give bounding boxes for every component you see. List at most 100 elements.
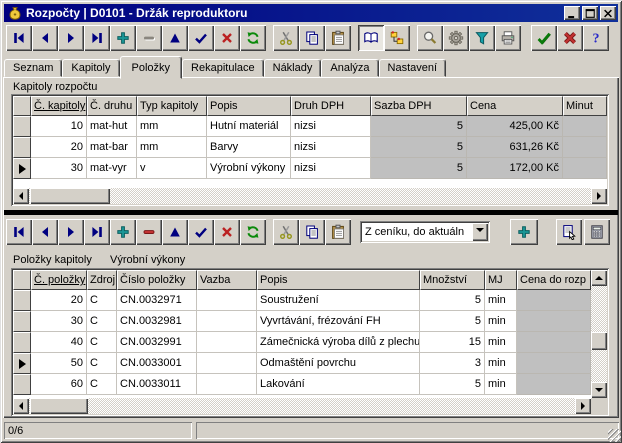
edit-record-button[interactable] <box>162 25 188 51</box>
tab-nastavení[interactable]: Nastavení <box>379 59 447 77</box>
grid-cell[interactable] <box>563 137 607 158</box>
column-header[interactable]: Vazba <box>197 270 257 290</box>
post-edit-button[interactable] <box>188 219 214 245</box>
refresh-button[interactable] <box>240 219 266 245</box>
row-selector[interactable] <box>13 137 31 158</box>
insert-mode-select[interactable]: Z ceníku, do aktuáln <box>360 221 490 243</box>
nav-next-button[interactable] <box>58 219 84 245</box>
tab-analýza[interactable]: Analýza <box>321 59 378 77</box>
grid-cell[interactable] <box>517 374 591 395</box>
scroll-up-button[interactable] <box>591 270 607 286</box>
hscroll-thumb[interactable] <box>30 188 110 204</box>
scroll-down-button[interactable] <box>591 382 607 398</box>
row-selector[interactable] <box>13 158 31 179</box>
grid-cell[interactable]: 631,26 Kč <box>467 137 563 158</box>
confirm-button[interactable] <box>531 25 557 51</box>
table-row[interactable]: 10mat-hutmmHutní materiálnizsi5425,00 Kč <box>13 116 607 137</box>
grid-cell[interactable]: C <box>87 332 117 353</box>
grid-cell[interactable]: 5 <box>420 311 485 332</box>
column-header[interactable]: Typ kapitoly <box>137 96 207 116</box>
storno-button[interactable] <box>557 25 583 51</box>
grid-cell[interactable]: 3 <box>420 353 485 374</box>
grid-cell[interactable]: Zámečnická výroba dílů z plechu <box>257 332 420 353</box>
post-edit-button[interactable] <box>188 25 214 51</box>
column-header[interactable]: Množství <box>420 270 485 290</box>
column-header[interactable]: MJ <box>485 270 517 290</box>
grid-cell[interactable]: CN.0033001 <box>117 353 197 374</box>
titlebar[interactable]: Rozpočty | D0101 - Držák reproduktoru <box>4 4 618 22</box>
table-row[interactable]: 20CCN.0032971Soustružení5min <box>13 290 591 311</box>
nav-prior-button[interactable] <box>32 25 58 51</box>
scroll-left-button[interactable] <box>13 398 29 414</box>
grid-cell[interactable]: Lakování <box>257 374 420 395</box>
grid-cell[interactable]: min <box>485 311 517 332</box>
scroll-right-button[interactable] <box>591 188 607 204</box>
paste-button[interactable] <box>325 219 351 245</box>
add-from-pricelist-button[interactable] <box>510 219 538 245</box>
grid-cell[interactable]: nizsi <box>291 158 371 179</box>
grid-cell[interactable]: nizsi <box>291 116 371 137</box>
grid-cell[interactable]: 172,00 Kč <box>467 158 563 179</box>
copy-button[interactable] <box>299 25 325 51</box>
card-view-button[interactable] <box>358 25 384 51</box>
grid-cell[interactable]: CN.0032991 <box>117 332 197 353</box>
grid-cell[interactable]: 50 <box>31 353 87 374</box>
row-selector[interactable] <box>13 116 31 137</box>
grid-cell[interactable] <box>517 332 591 353</box>
grid-cell[interactable]: 425,00 Kč <box>467 116 563 137</box>
grid-cell[interactable] <box>517 353 591 374</box>
grid-cell[interactable]: Barvy <box>207 137 291 158</box>
calculator-button[interactable] <box>584 219 610 245</box>
minimize-button[interactable] <box>564 6 580 20</box>
column-header[interactable]: Číslo položky <box>117 270 197 290</box>
grid-cell[interactable]: Soustružení <box>257 290 420 311</box>
grid-cell[interactable]: 30 <box>31 158 87 179</box>
tab-seznam[interactable]: Seznam <box>4 59 62 77</box>
grid-cell[interactable]: Odmaštění povrchu <box>257 353 420 374</box>
grid-cell[interactable]: 30 <box>31 311 87 332</box>
scroll-right-button[interactable] <box>575 398 591 414</box>
refresh-button[interactable] <box>240 25 266 51</box>
grid-cell[interactable] <box>197 290 257 311</box>
cancel-edit-button[interactable] <box>214 25 240 51</box>
column-header[interactable]: Popis <box>257 270 420 290</box>
insert-record-button[interactable] <box>110 219 136 245</box>
grid-cell[interactable] <box>517 290 591 311</box>
grid-cell[interactable] <box>197 311 257 332</box>
grid-cell[interactable]: 60 <box>31 374 87 395</box>
table-row[interactable]: 40CCN.0032991Zámečnická výroba dílů z pl… <box>13 332 591 353</box>
grid-cell[interactable]: min <box>485 290 517 311</box>
grid-cell[interactable]: CN.0032981 <box>117 311 197 332</box>
table-row[interactable]: 30mat-vyrvVýrobní výkonynizsi5172,00 Kč <box>13 158 607 179</box>
maximize-button[interactable] <box>582 6 598 20</box>
combo-dropdown-button[interactable] <box>472 223 488 241</box>
tab-náklady[interactable]: Náklady <box>264 59 322 77</box>
cut-button[interactable] <box>273 219 299 245</box>
cancel-edit-button[interactable] <box>214 219 240 245</box>
grid-cell[interactable]: Hutní materiál <box>207 116 291 137</box>
table-row[interactable]: 20mat-barmmBarvynizsi5631,26 Kč <box>13 137 607 158</box>
tab-položky[interactable]: Položky <box>120 56 183 79</box>
grid-cell[interactable]: Výrobní výkony <box>207 158 291 179</box>
column-header[interactable]: Cena <box>467 96 563 116</box>
grid-cell[interactable]: 5 <box>420 374 485 395</box>
grid-cell[interactable] <box>563 158 607 179</box>
nav-first-button[interactable] <box>6 219 32 245</box>
grid-cell[interactable]: min <box>485 374 517 395</box>
hscroll-thumb[interactable] <box>30 398 88 414</box>
resize-grip[interactable] <box>608 429 621 442</box>
grid-cell[interactable]: v <box>137 158 207 179</box>
nav-next-button[interactable] <box>58 25 84 51</box>
horizontal-splitter[interactable] <box>4 210 618 215</box>
table-row[interactable]: 30CCN.0032981Vyvrtávání, frézování FH5mi… <box>13 311 591 332</box>
column-header[interactable]: Popis <box>207 96 291 116</box>
grid-cell[interactable]: C <box>87 311 117 332</box>
row-selector[interactable] <box>13 311 31 332</box>
table-row[interactable]: 60CCN.0033011Lakování5min <box>13 374 591 395</box>
insert-record-button[interactable] <box>110 25 136 51</box>
grid-cell[interactable]: 5 <box>371 158 467 179</box>
row-selector[interactable] <box>13 374 31 395</box>
grid-cell[interactable]: 10 <box>31 116 87 137</box>
grid-cell[interactable]: mat-vyr <box>87 158 137 179</box>
items-vscrollbar[interactable] <box>591 270 607 398</box>
